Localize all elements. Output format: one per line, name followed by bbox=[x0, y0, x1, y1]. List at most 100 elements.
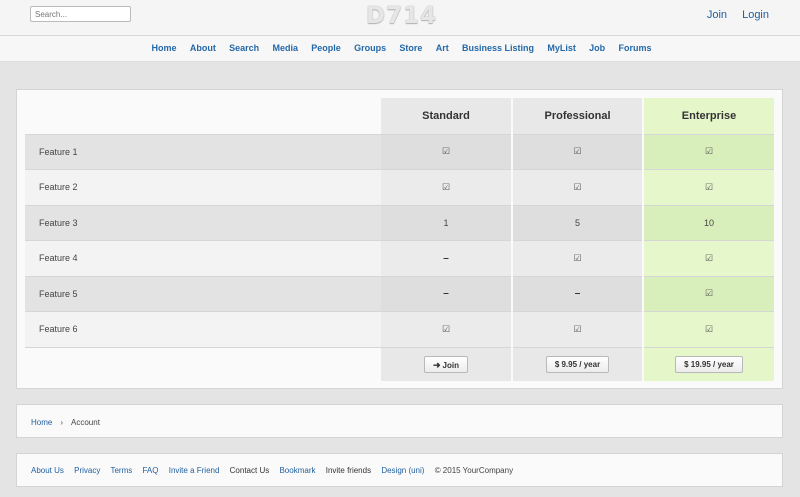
dash-icon: – bbox=[574, 288, 581, 300]
checkbox-checked-icon: ☑ bbox=[573, 252, 582, 263]
nav-about[interactable]: About bbox=[190, 43, 216, 53]
plan-cell-enterprise: $ 19.95 / year bbox=[643, 346, 774, 381]
feature-cell-professional: – bbox=[512, 275, 644, 312]
dash-icon: – bbox=[443, 252, 449, 264]
nav-art[interactable]: Art bbox=[436, 43, 449, 53]
professional-price-button[interactable]: $ 9.95 / year bbox=[545, 355, 610, 373]
feature-rows: Feature 1 ☑ ☑ ☑ Feature 2 ☑ ☑ ☑ Feature 3 1 5 10 Fea… bbox=[25, 133, 774, 381]
main-nav: Home About Search Media People Groups St… bbox=[0, 36, 800, 62]
nav-people[interactable]: People bbox=[311, 43, 341, 53]
enterprise-price-button[interactable]: $ 19.95 / year bbox=[675, 355, 743, 373]
checkbox-checked-icon: ☑ bbox=[573, 323, 582, 334]
feature-cell-professional: ☑ bbox=[512, 169, 644, 205]
chevron-right-icon: › bbox=[60, 418, 64, 427]
table-row: Feature 3 1 5 10 bbox=[25, 204, 774, 241]
site-logo[interactable]: D714 bbox=[366, 3, 437, 29]
auth-links: Join Login bbox=[695, 9, 769, 21]
feature-name: Feature 6 bbox=[25, 311, 381, 347]
join-plan-button[interactable]: ➜ Join bbox=[424, 355, 468, 373]
feature-cell-standard: – bbox=[381, 240, 513, 276]
feature-cell-professional: ☑ bbox=[512, 133, 644, 170]
feature-cell-enterprise: ☑ bbox=[643, 133, 774, 170]
nav-media[interactable]: Media bbox=[272, 43, 298, 53]
footer-design[interactable]: Design (uni) bbox=[381, 466, 424, 475]
pricing-table: Standard Professional Enterprise Feature… bbox=[25, 98, 774, 381]
table-row: Feature 6 ☑ ☑ ☑ bbox=[25, 311, 774, 347]
site-header: D714 Join Login bbox=[0, 0, 800, 36]
nav-home[interactable]: Home bbox=[152, 43, 177, 53]
feature-cell-standard: ☑ bbox=[381, 133, 513, 170]
feature-cell-standard: 1 bbox=[381, 204, 513, 241]
checkbox-checked-icon: ☑ bbox=[704, 181, 714, 192]
login-link[interactable]: Login bbox=[742, 9, 769, 21]
footer-contact-us[interactable]: Contact Us bbox=[230, 466, 270, 475]
checkbox-checked-icon: ☑ bbox=[441, 323, 451, 334]
feature-name: Feature 1 bbox=[25, 133, 381, 170]
feature-cell-professional: ☑ bbox=[512, 311, 644, 347]
feature-value: 5 bbox=[574, 217, 580, 228]
pricing-panel: Standard Professional Enterprise Feature… bbox=[16, 89, 783, 389]
footer-invite-a-friend[interactable]: Invite a Friend bbox=[169, 466, 220, 475]
plan-cell-standard: ➜ Join bbox=[381, 346, 513, 381]
feature-cell-enterprise: ☑ bbox=[643, 169, 774, 205]
footer-terms[interactable]: Terms bbox=[110, 466, 132, 475]
feature-cell-professional: 5 bbox=[512, 204, 644, 241]
checkbox-checked-icon: ☑ bbox=[573, 146, 582, 157]
footer-faq[interactable]: FAQ bbox=[142, 466, 158, 475]
checkbox-checked-icon: ☑ bbox=[573, 181, 582, 192]
table-row: Feature 1 ☑ ☑ ☑ bbox=[25, 133, 774, 170]
footer-privacy[interactable]: Privacy bbox=[74, 466, 100, 475]
feature-cell-standard: – bbox=[381, 275, 513, 312]
checkbox-checked-icon: ☑ bbox=[441, 181, 451, 192]
breadcrumb-current: Account bbox=[71, 418, 100, 427]
breadcrumb: Home › Account bbox=[16, 404, 783, 438]
sign-in-icon: ➜ bbox=[433, 359, 441, 370]
nav-links: Home About Search Media People Groups St… bbox=[0, 43, 800, 53]
feature-cell-enterprise: 10 bbox=[643, 204, 774, 241]
plan-header-standard: Standard bbox=[381, 98, 513, 134]
feature-name: Feature 2 bbox=[25, 169, 381, 205]
nav-forums[interactable]: Forums bbox=[618, 43, 651, 53]
site-footer: About Us Privacy Terms FAQ Invite a Frie… bbox=[16, 453, 783, 487]
feature-name: Feature 4 bbox=[25, 240, 381, 276]
plan-header-enterprise: Enterprise bbox=[643, 98, 774, 134]
footer-copyright: © 2015 YourCompany bbox=[434, 466, 514, 475]
join-link[interactable]: Join bbox=[707, 9, 727, 21]
footer-about-us[interactable]: About Us bbox=[31, 466, 64, 475]
checkbox-checked-icon: ☑ bbox=[704, 288, 714, 299]
buttons-row-spacer bbox=[25, 346, 381, 381]
checkbox-checked-icon: ☑ bbox=[704, 323, 714, 334]
table-row: Feature 5 – – ☑ bbox=[25, 275, 774, 312]
checkbox-checked-icon: ☑ bbox=[704, 146, 714, 157]
feature-cell-enterprise: ☑ bbox=[643, 275, 774, 312]
feature-cell-professional: ☑ bbox=[512, 240, 644, 276]
footer-invite-friends[interactable]: Invite friends bbox=[326, 466, 371, 475]
feature-value: 10 bbox=[703, 217, 714, 228]
nav-search[interactable]: Search bbox=[229, 43, 259, 53]
checkbox-checked-icon: ☑ bbox=[441, 146, 451, 157]
plan-cell-professional: $ 9.95 / year bbox=[512, 346, 644, 381]
plan-header-professional: Professional bbox=[512, 98, 644, 134]
table-row: Feature 2 ☑ ☑ ☑ bbox=[25, 169, 774, 205]
checkbox-checked-icon: ☑ bbox=[704, 252, 714, 263]
nav-business-listing[interactable]: Business Listing bbox=[462, 43, 534, 53]
plan-buttons-row: ➜ Join $ 9.95 / year $ 19.95 / year bbox=[25, 346, 774, 381]
feature-cell-standard: ☑ bbox=[381, 169, 513, 205]
breadcrumb-home[interactable]: Home bbox=[31, 418, 52, 427]
nav-mylist[interactable]: MyList bbox=[547, 43, 576, 53]
feature-name: Feature 5 bbox=[25, 275, 381, 312]
feature-cell-standard: ☑ bbox=[381, 311, 513, 347]
feature-name: Feature 3 bbox=[25, 204, 381, 241]
search-input[interactable] bbox=[30, 6, 131, 22]
feature-cell-enterprise: ☑ bbox=[643, 240, 774, 276]
nav-job[interactable]: Job bbox=[589, 43, 605, 53]
feature-cell-enterprise: ☑ bbox=[643, 311, 774, 347]
table-corner bbox=[25, 98, 381, 134]
nav-groups[interactable]: Groups bbox=[354, 43, 386, 53]
table-row: Feature 4 – ☑ ☑ bbox=[25, 240, 774, 276]
footer-bookmark[interactable]: Bookmark bbox=[279, 466, 315, 475]
nav-store[interactable]: Store bbox=[399, 43, 422, 53]
feature-value: 1 bbox=[443, 217, 449, 228]
join-plan-label: Join bbox=[442, 360, 459, 370]
dash-icon: – bbox=[443, 288, 449, 300]
